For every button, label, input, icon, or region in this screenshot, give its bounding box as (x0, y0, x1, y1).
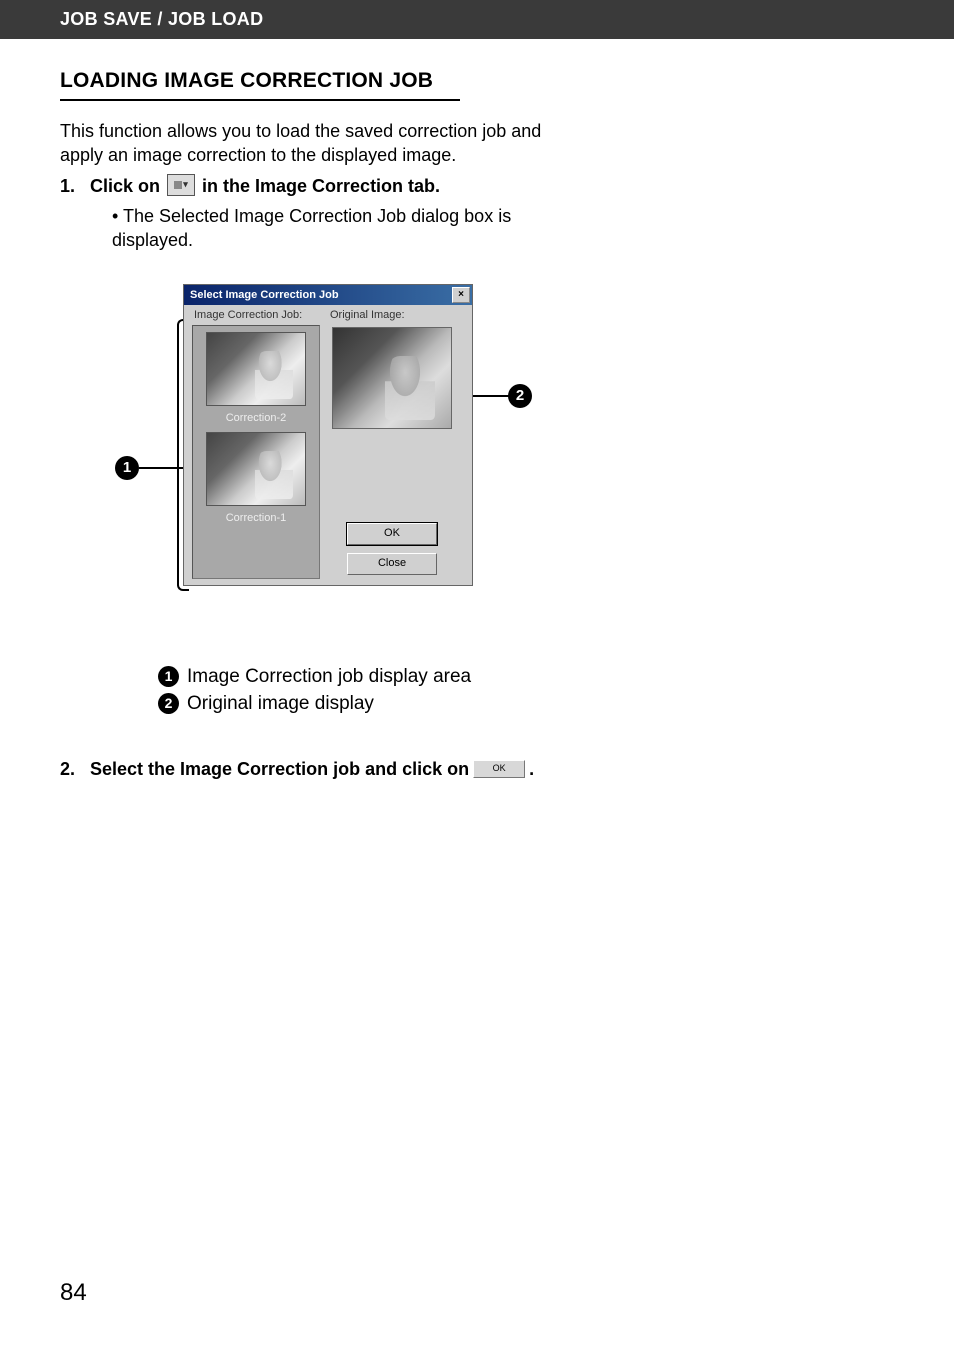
close-icon[interactable]: × (452, 287, 470, 303)
step-1-bullet: The Selected Image Correction Job dialog… (112, 204, 572, 253)
close-button[interactable]: Close (347, 553, 437, 575)
step-1-text-before: Click on (90, 176, 160, 197)
step-1: 1. Click on in the Image Correction tab.… (60, 176, 894, 253)
select-image-correction-job-dialog: Select Image Correction Job × Image Corr… (183, 284, 473, 586)
job-name-label: Correction-2 (199, 412, 313, 424)
dialog-button-stack: OK Close (328, 523, 456, 579)
dialog-body: Image Correction Job: Correction-2 Corre… (184, 305, 472, 585)
step-1-text-after: in the Image Correction tab. (202, 176, 440, 197)
step-2-text-before: Select the Image Correction job and clic… (90, 759, 469, 780)
step-2-number: 2. (60, 759, 90, 780)
list-item[interactable]: Correction-1 (199, 432, 313, 524)
callout-1-line (139, 467, 183, 469)
figure-legend: 1 Image Correction job display area 2 Or… (158, 664, 894, 717)
page-number: 84 (60, 1279, 87, 1307)
list-item[interactable]: Correction-2 (199, 332, 313, 424)
figure-dialog-area: 1 2 Select Image Correction Job × Image … (120, 284, 894, 644)
original-image-column: Original Image: OK Close (324, 309, 464, 579)
content-area: LOADING IMAGE CORRECTION JOB This functi… (0, 39, 954, 780)
intro-text: This function allows you to load the sav… (60, 119, 580, 168)
callout-1-badge: 1 (115, 456, 139, 480)
job-thumbnail (206, 332, 306, 406)
original-image-preview (332, 327, 452, 429)
job-name-label: Correction-1 (199, 512, 313, 524)
dialog-titlebar: Select Image Correction Job × (184, 285, 472, 305)
job-list-column: Image Correction Job: Correction-2 Corre… (184, 309, 324, 579)
section-title: LOADING IMAGE CORRECTION JOB (60, 69, 460, 101)
step-1-number: 1. (60, 176, 90, 197)
legend-2-text: Original image display (187, 691, 374, 718)
dialog-title: Select Image Correction Job (190, 289, 339, 301)
chapter-header: JOB SAVE / JOB LOAD (0, 0, 954, 39)
load-job-icon (167, 174, 195, 196)
job-list-label: Image Correction Job: (192, 309, 320, 321)
legend-item-1: 1 Image Correction job display area (158, 664, 508, 691)
legend-item-2: 2 Original image display (158, 691, 508, 718)
step-2-text-after: . (529, 759, 534, 780)
legend-1-text: Image Correction job display area (187, 664, 471, 691)
page: JOB SAVE / JOB LOAD LOADING IMAGE CORREC… (0, 0, 954, 1351)
job-list[interactable]: Correction-2 Correction-1 (192, 325, 320, 579)
callout-2-line (468, 395, 510, 397)
ok-button-inline-icon: OK (473, 760, 525, 778)
job-thumbnail (206, 432, 306, 506)
legend-2-badge: 2 (158, 693, 179, 714)
original-image-label: Original Image: (328, 309, 456, 321)
ok-button[interactable]: OK (347, 523, 437, 545)
callout-2-badge: 2 (508, 384, 532, 408)
legend-1-badge: 1 (158, 666, 179, 687)
step-2: 2. Select the Image Correction job and c… (60, 759, 894, 780)
